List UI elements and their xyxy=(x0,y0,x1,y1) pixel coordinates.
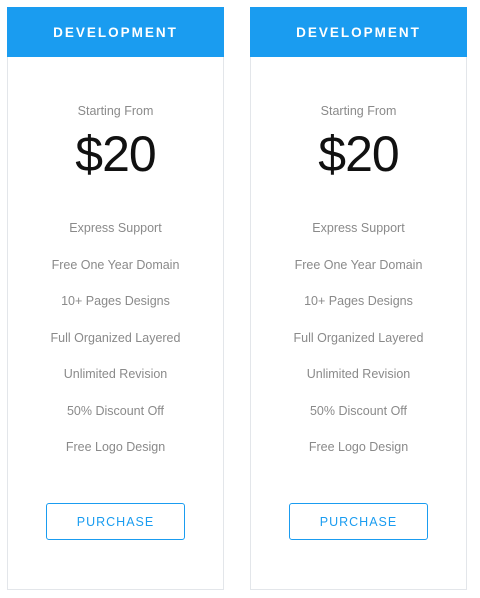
feature-item: Free Logo Design xyxy=(65,440,166,454)
purchase-button[interactable]: PURCHASE xyxy=(289,503,428,540)
feature-item: Full Organized Layered xyxy=(293,330,424,345)
price-value: $20 xyxy=(75,126,156,182)
feature-item: 10+ Pages Designs xyxy=(304,294,413,308)
feature-item: Full Organized Layered xyxy=(50,330,181,345)
feature-list: Express Support Free One Year Domain 10+… xyxy=(8,220,223,476)
feature-item: Free One Year Domain xyxy=(51,257,180,272)
purchase-button[interactable]: PURCHASE xyxy=(46,503,185,540)
feature-list: Express Support Free One Year Domain 10+… xyxy=(251,220,466,476)
pricing-card: DEVELOPMENT Starting From $20 Express Su… xyxy=(7,7,224,590)
pricing-card: DEVELOPMENT Starting From $20 Express Su… xyxy=(250,7,467,590)
feature-item: Unlimited Revision xyxy=(306,367,411,381)
card-title: DEVELOPMENT xyxy=(7,7,224,57)
feature-item: Free Logo Design xyxy=(308,440,409,454)
feature-item: Free One Year Domain xyxy=(294,257,423,272)
feature-item: 50% Discount Off xyxy=(66,403,165,418)
feature-item: Express Support xyxy=(312,221,405,235)
feature-item: 50% Discount Off xyxy=(309,403,408,418)
feature-item: Express Support xyxy=(69,221,162,235)
starting-from-label: Starting From xyxy=(320,104,397,118)
price-value: $20 xyxy=(318,126,399,182)
feature-item: 10+ Pages Designs xyxy=(61,294,170,308)
starting-from-label: Starting From xyxy=(77,104,154,118)
feature-item: Unlimited Revision xyxy=(63,367,168,381)
card-title: DEVELOPMENT xyxy=(250,7,467,57)
